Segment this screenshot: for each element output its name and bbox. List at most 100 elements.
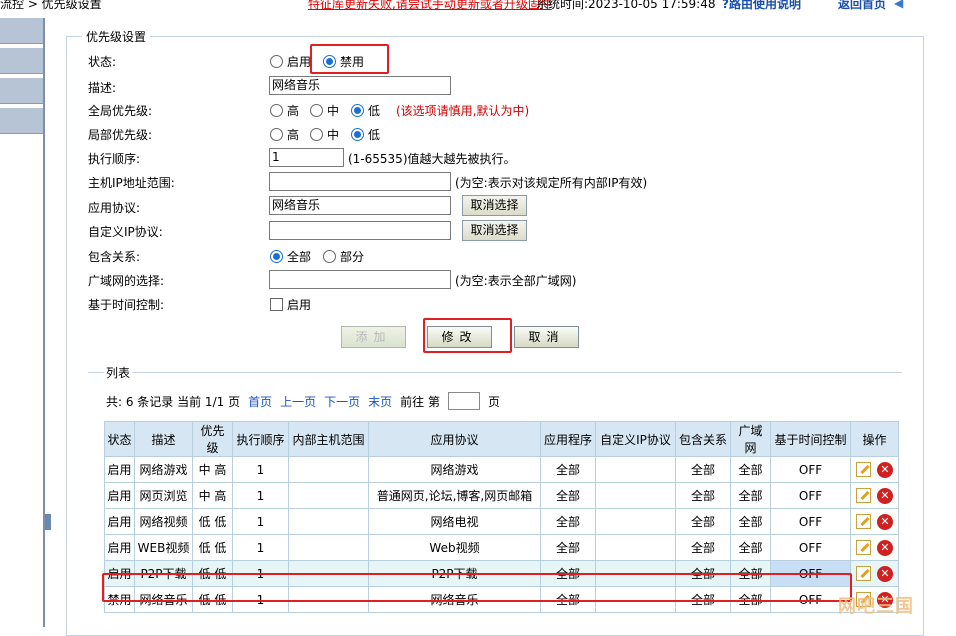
- time-control-label: 基于时间控制:: [88, 298, 165, 312]
- ip-range-hint: (为空:表示对该规定所有内部IP有效): [455, 176, 648, 190]
- status-enable-radio[interactable]: [270, 55, 283, 68]
- global-high-radio[interactable]: [270, 104, 283, 117]
- local-low-radio[interactable]: [351, 128, 364, 141]
- list-legend: 列表: [104, 364, 133, 381]
- delete-icon[interactable]: ✕: [877, 461, 893, 478]
- first-page-link[interactable]: 首页: [248, 393, 272, 410]
- cell-desc: 网页浏览: [134, 482, 193, 509]
- local-high-label: 高: [287, 128, 300, 142]
- last-page-link[interactable]: 末页: [368, 393, 392, 410]
- pager: 共: 6 条记录 当前 1/1 页 首页 上一页 下一页 末页 前往 第 页: [106, 392, 500, 410]
- cell-include: 全部: [675, 508, 731, 535]
- global-mid-radio[interactable]: [310, 104, 323, 117]
- cell-include: 全部: [675, 482, 731, 509]
- include-all-radio[interactable]: [270, 250, 283, 263]
- page-suffix: 页: [487, 394, 500, 409]
- cell-desc: 网络视频: [134, 508, 193, 535]
- ip-range-input[interactable]: [269, 172, 451, 191]
- cell-protocol: 普通网页,论坛,博客,网页邮箱: [368, 482, 541, 509]
- local-mid-radio[interactable]: [310, 128, 323, 141]
- status-label: 状态:: [88, 55, 117, 69]
- page-number-input[interactable]: [447, 392, 480, 410]
- time-control-enable-label: 启用: [287, 298, 312, 312]
- col-host: 内部主机范围: [288, 421, 369, 457]
- back-home-link[interactable]: 返回首页: [838, 0, 886, 12]
- desc-input[interactable]: 网络音乐: [269, 76, 451, 95]
- protocol-input[interactable]: 网络音乐: [269, 196, 451, 215]
- cell-action: ✕: [850, 560, 899, 587]
- include-label: 包含关系:: [88, 250, 141, 264]
- cell-desc: WEB视频: [134, 534, 193, 561]
- add-button[interactable]: 添加: [341, 326, 406, 348]
- sidebar-tab[interactable]: [0, 108, 43, 134]
- wan-input[interactable]: [269, 270, 451, 289]
- cell-action: ✕: [850, 534, 899, 561]
- ip-range-label: 主机IP地址范围:: [88, 176, 175, 190]
- delete-icon[interactable]: ✕: [877, 539, 893, 556]
- include-all-label: 全部: [287, 250, 312, 264]
- global-low-radio[interactable]: [351, 104, 364, 117]
- fieldset-legend: 优先级设置: [82, 28, 151, 45]
- col-include: 包含关系: [675, 421, 731, 457]
- edit-icon[interactable]: [856, 514, 871, 529]
- cell-order: 1: [232, 456, 289, 483]
- col-custom: 自定义IP协议: [595, 421, 676, 457]
- desc-label: 描述:: [88, 81, 117, 95]
- cell-order: 1: [232, 482, 289, 509]
- highlight-box: [310, 44, 389, 74]
- cell-app: 全部: [540, 456, 596, 483]
- table-row: 启用 网络游戏 中 高 1 网络游戏 全部 全部 全部 OFF ✕: [104, 456, 899, 483]
- include-part-radio[interactable]: [323, 250, 336, 263]
- prev-page-link[interactable]: 上一页: [280, 393, 316, 410]
- global-priority-label: 全局优先级:: [88, 104, 153, 118]
- cell-custom: [595, 456, 676, 483]
- custom-cancel-select-button[interactable]: 取消选择: [462, 220, 527, 241]
- time-control-checkbox[interactable]: [270, 298, 283, 311]
- order-input[interactable]: 1: [269, 148, 344, 167]
- help-link[interactable]: ?路由使用说明: [722, 0, 801, 12]
- custom-protocol-label: 自定义IP协议:: [88, 225, 163, 239]
- edit-icon[interactable]: [856, 540, 871, 555]
- cell-action: ✕: [850, 508, 899, 535]
- sidebar: [0, 18, 45, 627]
- edit-icon[interactable]: [856, 566, 871, 581]
- back-arrow-icon[interactable]: ◀: [894, 0, 924, 10]
- table-row: 启用 WEB视频 低 低 1 Web视频 全部 全部 全部 OFF ✕: [104, 534, 899, 561]
- cell-order: 1: [232, 508, 289, 535]
- col-action: 操作: [850, 421, 899, 457]
- update-warning-link[interactable]: 特征库更新失败,请尝试手动更新或者升级固件: [308, 0, 552, 12]
- edit-icon[interactable]: [856, 488, 871, 503]
- cell-host: [288, 534, 369, 561]
- protocol-label: 应用协议:: [88, 201, 141, 215]
- cell-custom: [595, 508, 676, 535]
- global-high-label: 高: [287, 104, 300, 118]
- delete-icon[interactable]: ✕: [877, 513, 893, 530]
- cell-time: OFF: [770, 508, 851, 535]
- cell-app: 全部: [540, 534, 596, 561]
- sidebar-tab[interactable]: [0, 18, 43, 44]
- cell-custom: [595, 482, 676, 509]
- sidebar-tab[interactable]: [0, 48, 43, 74]
- cell-status: 启用: [104, 534, 135, 561]
- cell-include: 全部: [675, 534, 731, 561]
- sidebar-tab[interactable]: [0, 78, 43, 104]
- delete-icon[interactable]: ✕: [877, 487, 893, 504]
- global-priority-hint: (该选项请慎用,默认为中): [396, 104, 530, 118]
- custom-protocol-input[interactable]: [269, 221, 451, 240]
- col-desc: 描述: [134, 421, 193, 457]
- cell-time: OFF: [770, 534, 851, 561]
- delete-icon[interactable]: ✕: [877, 565, 893, 582]
- next-page-link[interactable]: 下一页: [324, 393, 360, 410]
- edit-icon[interactable]: [856, 462, 871, 477]
- goto-label: 前往 第: [400, 394, 440, 409]
- cell-priority: 低 低: [192, 508, 233, 535]
- local-high-radio[interactable]: [270, 128, 283, 141]
- cancel-button[interactable]: 取消: [514, 326, 579, 348]
- system-time: 系统时间:2023-10-05 17:59:48: [536, 0, 716, 11]
- protocol-cancel-select-button[interactable]: 取消选择: [462, 195, 527, 216]
- sidebar-collapse-handle[interactable]: [45, 514, 51, 530]
- table-row: 启用 网络视频 低 低 1 网络电视 全部 全部 全部 OFF ✕: [104, 508, 899, 535]
- wan-hint: (为空:表示全部广域网): [455, 274, 577, 288]
- cell-status: 启用: [104, 508, 135, 535]
- cell-host: [288, 482, 369, 509]
